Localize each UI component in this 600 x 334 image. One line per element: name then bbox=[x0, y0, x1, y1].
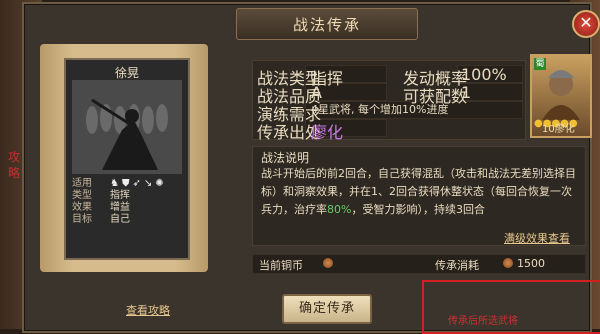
card-key: 目标 bbox=[72, 214, 92, 225]
highlight-note-box: 传承后所选武将 bbox=[422, 280, 600, 334]
quality-value: A bbox=[311, 83, 322, 102]
tactic-card-name: 徐晃 bbox=[114, 66, 139, 80]
dialog-title: 战法传承 bbox=[292, 15, 361, 34]
card-key: 效果 bbox=[72, 202, 92, 213]
card-row-effect: 效果 增益 bbox=[72, 202, 182, 214]
bg-left-char: 攻 bbox=[7, 150, 20, 164]
tactic-card-info: 适用 ♞ ⛊ ➶ ↘ ✺ 类型 指挥 效果 增益 目标 自己 bbox=[72, 178, 182, 226]
card-value: 增益 bbox=[110, 202, 130, 213]
shield-icon: ⛊ bbox=[121, 178, 130, 189]
card-key: 类型 bbox=[72, 190, 92, 201]
description-text-after: ，受智力影响），持续3回合 bbox=[351, 203, 485, 216]
bg-left-char: 略 bbox=[7, 166, 20, 180]
slots-value: 1 bbox=[461, 83, 472, 102]
max-level-effect-link[interactable]: 满级效果查看 bbox=[504, 230, 570, 246]
heal-rate-highlight: 80% bbox=[327, 203, 352, 216]
card-value: 自己 bbox=[110, 214, 130, 225]
copper-coin-icon bbox=[323, 258, 333, 268]
siege-icon: ✺ bbox=[155, 178, 164, 189]
card-key: 适用 bbox=[72, 178, 92, 189]
general-portrait[interactable]: 蜀 ●●●●● 10廖化 bbox=[530, 54, 592, 138]
tactic-card-art bbox=[72, 80, 182, 174]
portrait-level: 10廖化 bbox=[542, 124, 575, 135]
inherit-note-text: 传承后所选武将 bbox=[448, 316, 518, 327]
copper-label: 当前铜币 bbox=[259, 259, 303, 272]
description-title: 战法说明 bbox=[261, 151, 310, 165]
dialog-title-bar: 战法传承 bbox=[236, 8, 418, 40]
view-guide-link[interactable]: 查看攻略 bbox=[126, 302, 170, 318]
card-row-type: 类型 指挥 bbox=[72, 190, 182, 202]
close-icon: ✕ bbox=[579, 13, 593, 32]
cost-row: 当前铜币 传承消耗 1500 bbox=[252, 254, 586, 274]
confirm-inherit-button[interactable]: 确定传承 bbox=[282, 294, 372, 324]
rate-value: 100% bbox=[461, 65, 507, 84]
bow-icon: ➶ bbox=[132, 178, 141, 189]
description-text: 战斗开始后的前2回合，自己获得混乱（攻击和战法无差别选择目标）和洞察效果，并在1… bbox=[261, 165, 579, 219]
consume-coin-icon bbox=[503, 258, 513, 268]
cavalry-icon: ♞ bbox=[110, 178, 119, 189]
spear-icon: ↘ bbox=[143, 178, 153, 189]
consume-value: 1500 bbox=[517, 257, 545, 270]
card-row-target: 目标 自己 bbox=[72, 214, 182, 226]
inherit-dialog: 战法传承 ✕ 徐晃 适用 ♞ ⛊ ➶ ↘ ✺ 类型 指挥 效果 增益 目标 自己… bbox=[22, 2, 600, 334]
card-value: 指挥 bbox=[110, 190, 130, 201]
req-value: 4星武将, 每个增加10%进度 bbox=[311, 103, 449, 116]
applicable-icons: ♞ ⛊ ➶ ↘ ✺ bbox=[110, 178, 164, 190]
card-row-applicable: 适用 ♞ ⛊ ➶ ↘ ✺ bbox=[72, 178, 182, 190]
tactic-info-panel: 战法类型 指挥 发动概率 100% 战法品质 A 可获配数 1 演练需求 4星武… bbox=[252, 60, 526, 142]
origin-value: 廖化 bbox=[311, 123, 344, 142]
consume-label: 传承消耗 bbox=[435, 259, 479, 272]
close-button[interactable]: ✕ bbox=[572, 10, 600, 38]
tactic-card: 徐晃 适用 ♞ ⛊ ➶ ↘ ✺ 类型 指挥 效果 增益 目标 自己 bbox=[64, 58, 190, 260]
